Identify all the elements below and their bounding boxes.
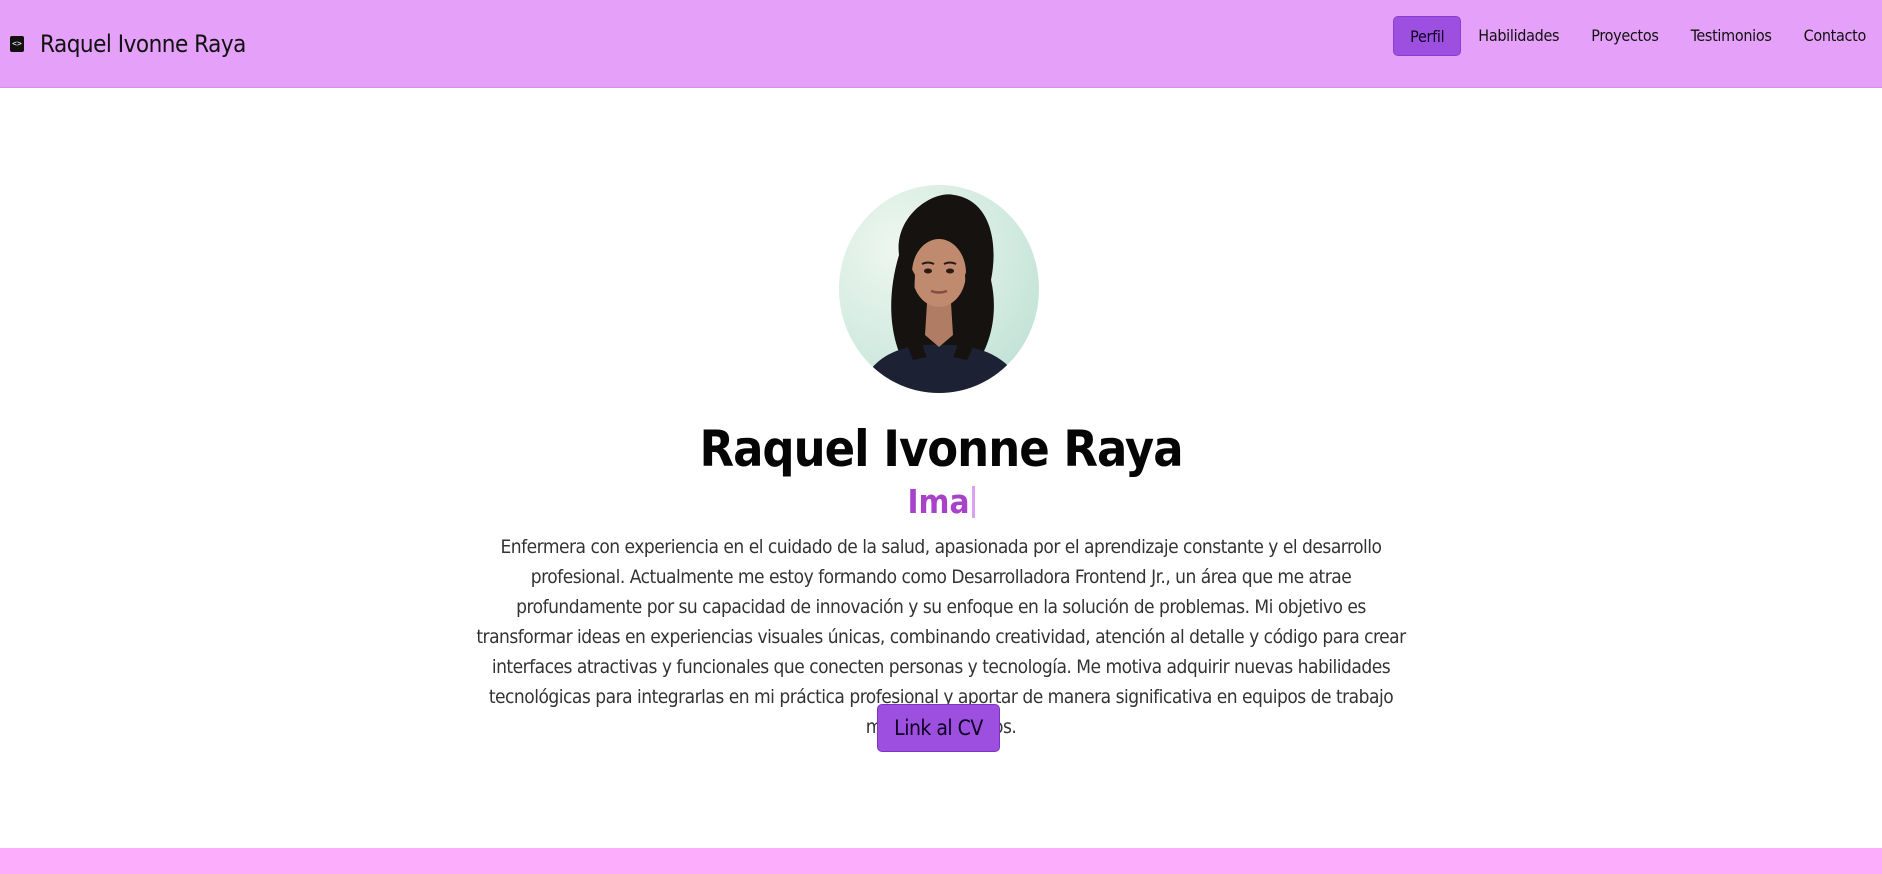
nav-contacto[interactable]: Contacto	[1788, 16, 1882, 56]
typed-text: Ima	[907, 482, 970, 521]
typing-caret	[971, 486, 975, 518]
typed-role: Ima	[0, 482, 1882, 521]
cv-link-button[interactable]: Link al CV	[877, 704, 1000, 752]
profile-photo	[839, 185, 1039, 393]
main-nav: Perfil Habilidades Proyectos Testimonios…	[1393, 16, 1882, 56]
brand-name[interactable]: Raquel Ivonne Raya	[40, 30, 246, 58]
next-section-strip	[0, 848, 1882, 874]
profile-name: Raquel Ivonne Raya	[699, 420, 1183, 478]
nav-habilidades[interactable]: Habilidades	[1462, 16, 1575, 56]
code-icon: <>	[10, 36, 24, 52]
navbar: <> Raquel Ivonne Raya Perfil Habilidades…	[0, 0, 1882, 88]
nav-perfil[interactable]: Perfil	[1393, 16, 1462, 56]
nav-testimonios[interactable]: Testimonios	[1675, 16, 1788, 56]
portrait-illustration	[859, 194, 1024, 393]
brand[interactable]: <> Raquel Ivonne Raya	[10, 28, 246, 60]
nav-proyectos[interactable]: Proyectos	[1575, 16, 1674, 56]
profile-section: Raquel Ivonne Raya Ima Enfermera con exp…	[0, 88, 1882, 848]
